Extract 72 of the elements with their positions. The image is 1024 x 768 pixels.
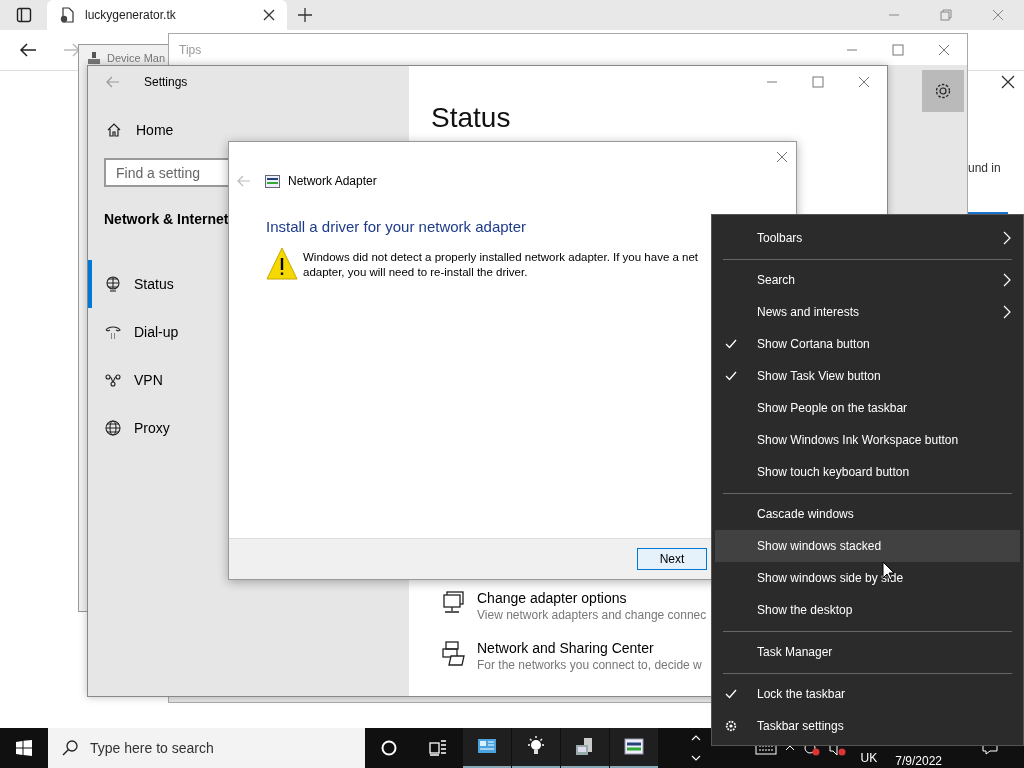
globe-monitor-icon [104,275,122,293]
maximize-icon[interactable] [812,76,824,88]
taskbar-app[interactable] [610,728,658,768]
taskbar-app[interactable] [463,728,511,768]
globe-icon [104,419,122,437]
warning-icon [266,247,298,280]
menu-item[interactable]: Show Windows Ink Workspace button [715,424,1020,456]
scroll-arrows-icon[interactable] [691,733,701,763]
tab-actions-icon[interactable] [16,7,32,23]
chevron-right-icon [1003,273,1011,287]
settings-button[interactable] [922,70,964,112]
menu-item[interactable]: Show Task View button [715,360,1020,392]
gear-icon [933,81,953,101]
search-icon [62,740,78,756]
back-icon[interactable] [19,42,37,58]
check-icon [725,689,737,699]
gear-icon [725,720,737,732]
printer-folder-icon [441,640,467,666]
close-icon[interactable] [1001,75,1015,89]
menu-item[interactable]: Lock the taskbar [715,678,1020,710]
tab-title: luckygenerator.tk [85,8,177,22]
menu-item[interactable]: News and interests [715,296,1020,328]
dialog-heading: Install a driver for your network adapter [266,218,528,235]
chevron-right-icon [1003,231,1011,245]
taskbar-app[interactable] [512,728,560,768]
window-title: Tips [179,42,202,57]
menu-item[interactable]: Cascade windows [715,498,1020,530]
vpn-icon [104,371,122,389]
taskbar-search-field[interactable]: Type here to search [48,728,365,768]
cortana-icon[interactable] [381,740,397,756]
section-title: Network & Internet [104,211,229,227]
browser-tab[interactable]: luckygenerator.tk [47,0,287,30]
menu-item[interactable]: Show touch keyboard button [715,456,1020,488]
chevron-right-icon [1003,305,1011,319]
new-tab-icon[interactable] [297,7,313,23]
window-title: Device Man [107,52,166,64]
menu-item[interactable]: Task Manager [715,636,1020,668]
maximize-icon[interactable] [892,43,904,56]
next-button[interactable]: Next [637,548,707,570]
page-heading: Status [431,102,512,134]
warning-message: Windows did not detect a properly installed network adapter. If you have a net adapter, you will need to re-install the driver. [303,250,699,280]
network-adapter-icon [624,738,644,756]
network-adapter-icon [265,174,280,188]
menu-item[interactable]: Search [715,264,1020,296]
page-icon [59,7,75,23]
link-description: For the networks you connect to, decide w [477,658,702,672]
check-icon [725,371,737,381]
close-tab-icon[interactable] [263,9,275,21]
computer-icon [87,51,101,65]
link-description: View network adapters and change connec [477,608,707,622]
clock-date[interactable]: 7/9/2022 [895,754,942,768]
phone-icon [104,323,122,341]
monitor-icon [441,590,467,616]
menu-item[interactable]: Show the desktop [715,594,1020,626]
check-icon [725,339,737,349]
home-icon [106,122,122,138]
link-title[interactable]: Network and Sharing Center [477,640,702,656]
menu-item[interactable]: Show Cortana button [715,328,1020,360]
window-title: Settings [144,75,188,89]
window-icon [477,738,497,756]
task-view-icon[interactable] [429,740,447,756]
menu-item[interactable]: Toolbars [715,222,1020,254]
input-language[interactable]: UK [860,751,878,765]
menu-item[interactable]: Show windows stacked [715,530,1020,562]
forward-icon[interactable] [63,42,81,58]
windows-start-icon[interactable] [16,740,32,756]
menu-item[interactable]: Taskbar settings [715,710,1020,742]
taskbar-app[interactable] [561,728,609,768]
panel-text: und in [968,161,1001,175]
menu-item[interactable]: Show People on the taskbar [715,392,1020,424]
home-link[interactable]: Home [104,122,409,138]
link-title[interactable]: Change adapter options [477,590,707,606]
